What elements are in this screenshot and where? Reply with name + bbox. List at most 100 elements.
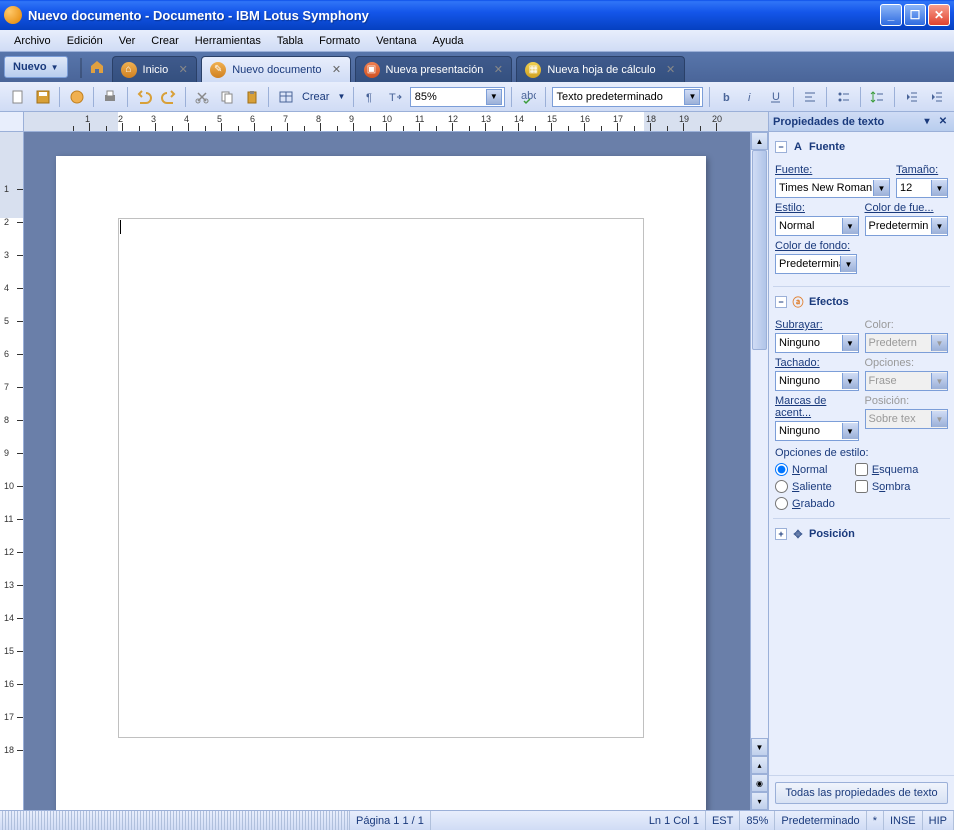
scroll-thumb[interactable] — [752, 150, 767, 350]
new-button[interactable]: Nuevo▼ — [4, 56, 68, 78]
font-section-header[interactable]: − A Fuente — [773, 136, 950, 158]
menu-formato[interactable]: Formato — [311, 33, 368, 49]
web-button[interactable] — [65, 85, 88, 109]
maximize-button[interactable]: ☐ — [904, 4, 926, 26]
size-combo[interactable]: 12▼ — [896, 178, 948, 198]
font-icon: A — [791, 140, 805, 154]
menu-ayuda[interactable]: Ayuda — [424, 33, 471, 49]
fontcolor-label: Color de fue... — [865, 202, 949, 214]
chevron-down-icon: ▼ — [931, 373, 947, 389]
scroll-down-button[interactable]: ▼ — [751, 738, 768, 756]
indent-decrease-button[interactable] — [900, 85, 923, 109]
new-doc-button[interactable] — [7, 85, 30, 109]
tab-nueva-hoja-calculo[interactable]: ▦ Nueva hoja de cálculo ✕ — [516, 56, 684, 82]
font-section-body: Fuente: Times New Roman▼ Tamaño: 12▼ Est… — [773, 158, 950, 287]
toolbar-separator — [185, 87, 186, 107]
create-label[interactable]: Crear — [298, 91, 334, 103]
undo-button[interactable] — [133, 85, 156, 109]
radio-saliente[interactable]: Saliente — [775, 480, 835, 493]
tab-nuevo-documento[interactable]: ✎ Nuevo documento ✕ — [201, 56, 350, 82]
page[interactable] — [56, 156, 706, 810]
vertical-scrollbar[interactable]: ▲ ▼ ▴ ◉ ▾ — [750, 132, 768, 810]
paragraph-button[interactable]: ¶ — [359, 85, 382, 109]
status-est[interactable]: EST — [706, 811, 740, 830]
options-label: Opciones: — [865, 357, 949, 369]
cut-button[interactable] — [191, 85, 214, 109]
paste-button[interactable] — [241, 85, 264, 109]
toolbar-separator — [268, 87, 269, 107]
radio-grabado[interactable]: Grabado — [775, 497, 835, 510]
menu-edicion[interactable]: Edición — [59, 33, 111, 49]
position-section-header[interactable]: + ✥ Posición — [773, 523, 950, 545]
zoom-combo[interactable]: 85% ▼ — [410, 87, 505, 107]
table-button[interactable] — [274, 85, 297, 109]
scroll-track[interactable] — [751, 150, 768, 738]
tab-close-button[interactable]: ✕ — [330, 63, 344, 77]
print-button[interactable] — [99, 85, 122, 109]
minimize-button[interactable]: _ — [880, 4, 902, 26]
copy-button[interactable] — [216, 85, 239, 109]
tab-close-button[interactable]: ✕ — [491, 63, 505, 77]
check-sombra[interactable]: Sombra — [855, 480, 918, 493]
tab-close-button[interactable]: ✕ — [176, 63, 190, 77]
text-direction-button[interactable]: T — [384, 85, 407, 109]
presentation-icon: ▣ — [364, 62, 380, 78]
style-combo[interactable]: Texto predeterminado ▼ — [552, 87, 704, 107]
page-down-button[interactable]: ▾ — [751, 792, 768, 810]
bgcolor-combo[interactable]: Predetermina▼ — [775, 254, 857, 274]
fontstyle-combo[interactable]: Normal▼ — [775, 216, 859, 236]
chevron-down-icon: ▼ — [842, 423, 858, 439]
tab-close-button[interactable]: ✕ — [664, 63, 678, 77]
status-style[interactable]: Predeterminado — [775, 811, 866, 830]
chevron-down-icon[interactable]: ▼ — [333, 92, 349, 101]
spellcheck-button[interactable]: abc — [517, 85, 540, 109]
home-icon-button[interactable] — [86, 56, 108, 78]
chevron-down-icon: ▼ — [873, 180, 889, 196]
emphasis-combo[interactable]: Ninguno▼ — [775, 421, 859, 441]
panel-menu-button[interactable]: ▾ — [920, 115, 934, 129]
fontcolor-combo[interactable]: Predetermin▼ — [865, 216, 949, 236]
menu-archivo[interactable]: Archivo — [6, 33, 59, 49]
browse-button[interactable]: ◉ — [751, 774, 768, 792]
panel-close-button[interactable]: ✕ — [936, 115, 950, 129]
horizontal-ruler[interactable]: 1234567891011121314151617181920 — [24, 112, 768, 132]
menu-tabla[interactable]: Tabla — [269, 33, 311, 49]
italic-button[interactable]: i — [740, 85, 763, 109]
menu-ver[interactable]: Ver — [111, 33, 144, 49]
check-esquema[interactable]: Esquema — [855, 463, 918, 476]
tab-nueva-presentacion[interactable]: ▣ Nueva presentación ✕ — [355, 56, 513, 82]
bold-button[interactable]: b — [715, 85, 738, 109]
underline-button[interactable]: U — [765, 85, 788, 109]
font-combo[interactable]: Times New Roman▼ — [775, 178, 890, 198]
menu-crear[interactable]: Crear — [143, 33, 187, 49]
menu-ventana[interactable]: Ventana — [368, 33, 424, 49]
tab-inicio[interactable]: ⌂ Inicio ✕ — [112, 56, 198, 82]
toolbar-separator — [826, 87, 827, 107]
document-canvas[interactable] — [24, 132, 750, 810]
close-button[interactable]: ✕ — [928, 4, 950, 26]
save-button[interactable] — [32, 85, 55, 109]
menu-herramientas[interactable]: Herramientas — [187, 33, 269, 49]
window-title: Nuevo documento - Documento - IBM Lotus … — [28, 8, 878, 23]
bullets-button[interactable] — [832, 85, 855, 109]
status-zoom[interactable]: 85% — [740, 811, 775, 830]
svg-text:b: b — [723, 92, 730, 104]
radio-normal[interactable]: Normal — [775, 463, 835, 476]
underline-combo[interactable]: Ninguno▼ — [775, 333, 859, 353]
redo-button[interactable] — [157, 85, 180, 109]
vertical-ruler[interactable]: 123456789101112131415161718 — [0, 132, 24, 810]
line-spacing-button[interactable] — [866, 85, 889, 109]
align-button[interactable] — [799, 85, 822, 109]
status-hip[interactable]: HIP — [923, 811, 954, 830]
indent-increase-button[interactable] — [924, 85, 947, 109]
scroll-up-button[interactable]: ▲ — [751, 132, 768, 150]
all-properties-button[interactable]: Todas las propiedades de texto — [775, 782, 948, 804]
effects-section-header[interactable]: − ⓐ Efectos — [773, 291, 950, 313]
tab-label: Nueva presentación — [386, 64, 484, 76]
page-up-button[interactable]: ▴ — [751, 756, 768, 774]
status-insert[interactable]: INSE — [884, 811, 923, 830]
status-page[interactable]: Página 1 1 / 1 — [350, 811, 431, 830]
strike-combo[interactable]: Ninguno▼ — [775, 371, 859, 391]
chevron-down-icon: ▼ — [842, 218, 858, 234]
tabbar-separator — [80, 58, 82, 78]
